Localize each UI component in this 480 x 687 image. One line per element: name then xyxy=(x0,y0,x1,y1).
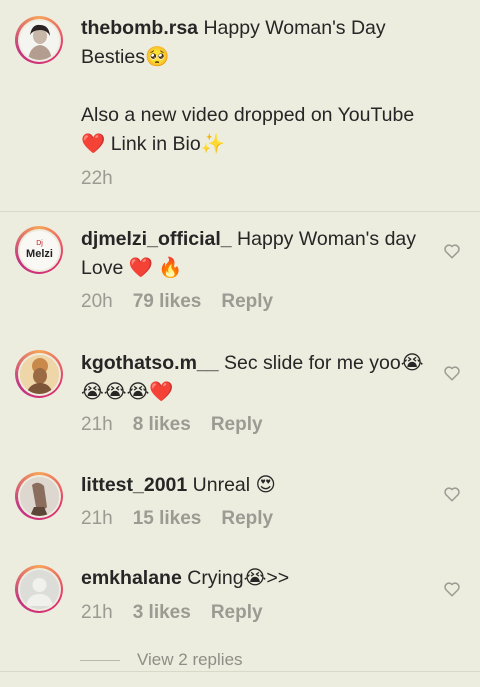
comment-text: littest_2001 Unreal 😍 xyxy=(81,471,426,500)
caption-line2: Also a new video dropped on YouTube ❤️ L… xyxy=(81,104,420,155)
comment-username[interactable]: djmelzi_official_ xyxy=(81,228,232,250)
likes-count[interactable]: 3 likes xyxy=(133,602,191,623)
likes-count[interactable]: 15 likes xyxy=(133,508,202,529)
comment-username[interactable]: kgothatso.m__ xyxy=(81,352,219,374)
caption-text: thebomb.rsa Happy Woman's Day Besties🥺 xyxy=(81,14,426,72)
comment-body: Unreal 😍 xyxy=(187,474,276,496)
profile-photo-icon xyxy=(19,20,59,60)
caption-time: 22h xyxy=(81,168,113,189)
comment-avatar[interactable] xyxy=(15,472,63,520)
like-heart-icon[interactable] xyxy=(443,580,461,598)
comment-time: 20h xyxy=(81,291,113,312)
comment-meta: 21h 8 likes Reply xyxy=(81,414,283,436)
comment-time: 21h xyxy=(81,414,113,435)
comment-username[interactable]: emkhalane xyxy=(81,567,182,589)
comment-time: 21h xyxy=(81,602,113,623)
svg-text:Melzi: Melzi xyxy=(26,248,53,260)
divider-line xyxy=(80,659,120,661)
reply-button[interactable]: Reply xyxy=(211,602,263,623)
comment-meta: 20h 79 likes Reply xyxy=(81,291,293,313)
likes-count[interactable]: 79 likes xyxy=(133,291,202,312)
comment-time: 21h xyxy=(81,508,113,529)
view-replies-button[interactable]: View 2 replies xyxy=(80,650,243,670)
reply-button[interactable]: Reply xyxy=(221,291,273,312)
view-replies-label: View 2 replies xyxy=(137,650,243,669)
svg-text:Dj: Dj xyxy=(36,240,43,247)
djmelzi-logo-icon: Dj Melzi xyxy=(19,230,59,270)
like-heart-icon[interactable] xyxy=(443,485,461,503)
post-caption: thebomb.rsa Happy Woman's Day Besties🥺 A… xyxy=(0,0,480,212)
like-heart-icon[interactable] xyxy=(443,364,461,382)
profile-photo-icon xyxy=(19,476,59,516)
like-heart-icon[interactable] xyxy=(443,242,461,260)
comment-meta: 21h 15 likes Reply xyxy=(81,508,293,530)
comment-body: Crying😭>> xyxy=(181,567,290,589)
likes-count[interactable]: 8 likes xyxy=(133,414,191,435)
comment-text: kgothatso.m__ Sec slide for me yoo😭😭😭😭❤️ xyxy=(81,349,426,407)
comment-text: djmelzi_official_ Happy Woman's day Love… xyxy=(81,225,426,283)
comment-text: emkhalane Crying😭>> xyxy=(81,564,426,593)
profile-photo-icon xyxy=(19,354,59,394)
divider xyxy=(0,671,480,672)
comment-meta: 21h 3 likes Reply xyxy=(81,602,283,624)
caption-meta: 22h xyxy=(81,168,133,190)
comment-avatar[interactable] xyxy=(15,565,63,613)
caption-avatar[interactable] xyxy=(15,16,63,64)
comment-avatar[interactable]: Dj Melzi xyxy=(15,226,63,274)
default-avatar-icon xyxy=(19,569,59,609)
comment-avatar[interactable] xyxy=(15,350,63,398)
comment-username[interactable]: littest_2001 xyxy=(81,474,187,496)
caption-username[interactable]: thebomb.rsa xyxy=(81,17,198,39)
reply-button[interactable]: Reply xyxy=(221,508,273,529)
reply-button[interactable]: Reply xyxy=(211,414,263,435)
